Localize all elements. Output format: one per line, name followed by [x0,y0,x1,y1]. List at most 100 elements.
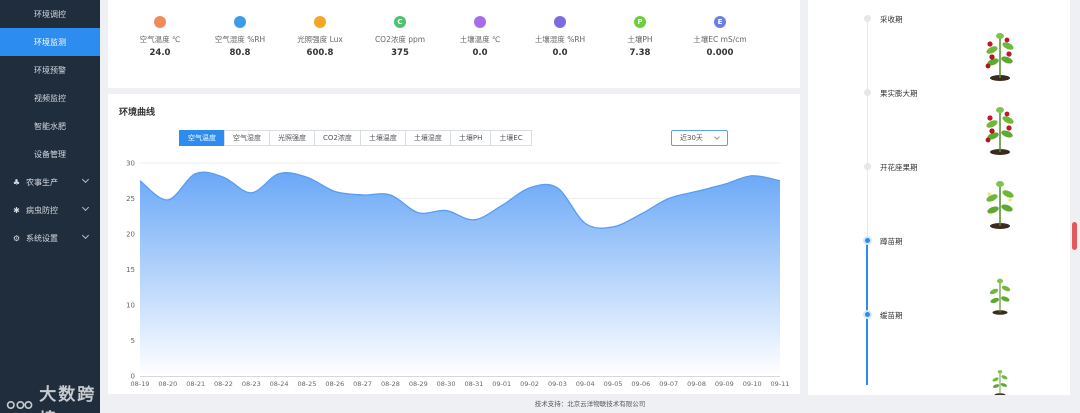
sidebar-item[interactable]: 设备管理 [0,140,100,168]
x-tick-label: 09-02 [520,380,539,388]
x-tick-label: 08-25 [298,380,317,388]
stage-name: 果实膨大期 [880,89,918,98]
footer: 技术支持：北京云洋物联技术有限公司 [100,395,1080,413]
x-tick-label: 08-24 [270,380,289,388]
sun-icon [314,16,326,28]
sidebar-item[interactable]: 环境调控 [0,0,100,28]
sidebar-item-label: 环境调控 [34,9,66,19]
sidebar-group[interactable]: ⚙ 系统设置 [0,224,100,252]
sidebar-item-label: 环境预警 [34,65,66,75]
sensor-label: 土壤EC mS/cm [693,35,747,44]
bug-icon: ✱ [13,205,20,215]
sensor-value: 24.0 [149,48,171,58]
plant-illustration-icon [989,278,1011,315]
sensor-reading: 光照强度 Lux 600.8 [276,16,364,58]
sidebar-group[interactable]: ✱ 病虫防控 [0,196,100,224]
sidebar-item-label: 设备管理 [34,149,66,159]
sensor-reading: E 土壤EC mS/cm 0.000 [676,16,764,58]
sensor-reading: P 土壤PH 7.38 [596,16,684,58]
brand-logo-icon [6,400,33,410]
sidebar-item[interactable]: 环境预警 [0,56,100,84]
x-tick-label: 08-22 [214,380,233,388]
stage-dot [864,89,871,96]
x-tick-label: 08-23 [242,380,261,388]
watermark: 大数跨境 [6,380,100,413]
stage-dot [863,310,872,319]
sprout-icon: ♣ [12,177,21,187]
x-tick-label: 09-01 [492,380,511,388]
y-tick-label: 30 [126,160,135,168]
x-tick-label: 08-21 [186,380,205,388]
y-tick-label: 10 [126,302,135,310]
stage-name: 蹲苗期 [880,237,903,246]
sensor-label: CO2浓度 ppm [374,35,426,44]
y-tick-label: 20 [126,231,135,239]
sensor-reading: 空气温度 ℃ 24.0 [116,16,204,58]
sidebar: 环境调控环境监测环境预警视频监控智能水肥设备管理 ♣ 农事生产 ✱ 病虫防控 ⚙ 系统设置… [0,0,100,413]
y-tick-label: 15 [126,266,135,274]
stage-name: 缓苗期 [880,311,903,320]
stage-dot [864,163,871,170]
gear-icon: ⚙ [12,233,21,243]
watermark-text: 大数跨境 [39,385,97,413]
x-tick-label: 08-19 [131,380,150,388]
y-tick-label: 5 [131,337,135,345]
x-tick-label: 09-09 [715,380,734,388]
sensor-label: 空气湿度 %RH [214,35,266,44]
x-tick-label: 09-04 [576,380,595,388]
plant-illustration-icon [985,33,1014,81]
sensor-value: 375 [391,48,409,58]
x-tick-label: 08-30 [437,380,456,388]
x-tick-label: 08-31 [464,380,483,388]
sensor-value: 600.8 [306,48,334,58]
x-tick-label: 08-28 [381,380,400,388]
x-tick-label: 09-07 [659,380,678,388]
sidebar-group[interactable]: ♣ 农事生产 [0,168,100,196]
thermometer-icon [154,16,166,28]
growth-stage-timeline: 采收期果实膨大期开花座果期蹲苗期缓苗期 [808,0,1070,397]
sensor-reading: 土壤湿度 %RH 0.0 [516,16,604,58]
sidebar-item-label: 智能水肥 [34,121,66,131]
chevron-down-icon [81,175,90,184]
stage-name: 开花座果期 [880,163,918,172]
sidebar-group-label: 病虫防控 [26,205,58,215]
ph-icon: P [634,16,646,28]
x-tick-label: 09-05 [604,380,623,388]
chevron-down-icon [81,203,90,212]
scrollbar-thumb[interactable] [1072,222,1077,250]
x-tick-label: 08-29 [409,380,428,388]
area-fill [140,172,780,376]
sensor-label: 土壤PH [627,35,653,44]
sidebar-item[interactable]: 环境监测 [0,28,100,56]
plant-illustration-icon [985,107,1014,155]
sensor-label: 空气温度 ℃ [139,35,181,44]
sensor-reading: 空气湿度 %RH 80.8 [196,16,284,58]
chevron-down-icon [81,231,90,240]
footer-text: 技术支持：北京云洋物联技术有限公司 [534,400,646,408]
stage-name: 采收期 [880,15,903,24]
sensor-value: 0.0 [472,48,488,58]
sensor-label: 光照强度 Lux [297,35,343,44]
sidebar-item-label: 环境监测 [34,37,66,47]
sidebar-item-label: 视频监控 [34,93,66,103]
plant-illustration-icon [992,370,1008,397]
x-tick-label: 09-08 [687,380,706,388]
chart-panel: 环境曲线 空气温度 空气湿度 光照强度 CO2浓度 土壤温度 土壤湿度 土壤PH 土壤EC 近… [108,94,800,394]
x-tick-label: 09-06 [631,380,650,388]
sidebar-item[interactable]: 视频监控 [0,84,100,112]
environment-chart: 051015202530 08-19 08-20 08-21 08-22 08-23 08… [126,160,789,389]
stage-dot [863,236,872,245]
soil-temp-icon [474,16,486,28]
x-tick-label: 08-26 [325,380,344,388]
sensor-label: 土壤湿度 %RH [534,35,586,44]
x-tick-label: 09-03 [548,380,567,388]
droplet-icon [234,16,246,28]
plant-illustration-icon [986,181,1014,229]
x-tick-label: 09-10 [743,380,762,388]
y-tick-label: 25 [126,195,135,203]
sidebar-item[interactable]: 智能水肥 [0,112,100,140]
sensor-reading: 土壤温度 ℃ 0.0 [436,16,524,58]
sensor-value: 7.38 [629,48,651,58]
sensor-value: 80.8 [229,48,251,58]
sensor-value: 0.0 [552,48,568,58]
